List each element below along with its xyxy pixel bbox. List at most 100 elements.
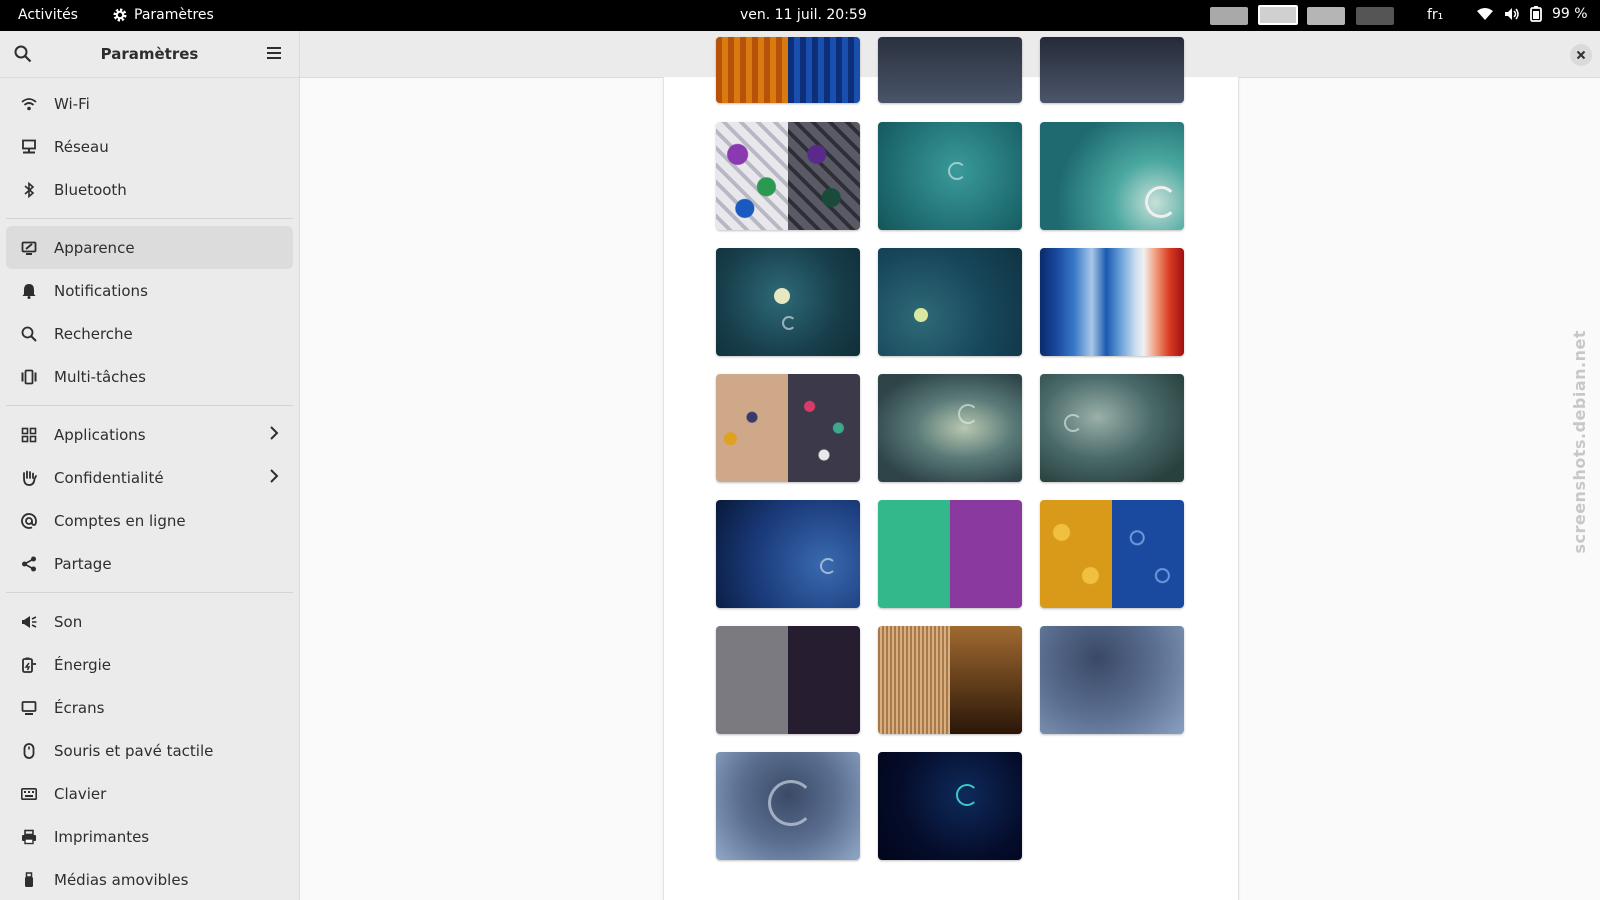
sidebar-title: Paramètres [100,45,199,63]
sidebar-item-label: Comptes en ligne [54,511,186,530]
sidebar-item-privacy[interactable]: Confidentialité [6,456,293,499]
sidebar-item-label: Énergie [54,655,112,674]
wallpaper-thumbnail[interactable] [716,374,860,482]
sidebar-item-label: Imprimantes [54,827,150,846]
sidebar-item-label: Médias amovibles [54,870,189,889]
sidebar-item-power[interactable]: Énergie [6,643,293,686]
sidebar-header: Paramètres [0,31,299,78]
appearance-icon [18,237,40,259]
sidebar-item-label: Wi-Fi [54,94,90,113]
wallpaper-thumbnail[interactable] [878,752,1022,860]
sidebar-item-label: Bluetooth [54,180,127,199]
sidebar-divider [6,405,293,406]
network-icon [18,136,40,158]
sidebar-divider [6,592,293,593]
app-menu[interactable]: Paramètres [112,7,214,23]
battery-icon [1530,6,1542,22]
sidebar-item-wifi[interactable]: Wi-Fi [6,82,293,125]
watermark-text: screenshots.debian.net [1570,330,1589,554]
wallpaper-thumbnail[interactable] [878,626,1022,734]
sidebar-item-sharing[interactable]: Partage [6,542,293,585]
sidebar-group-devices: Son Énergie Écrans Souris et pavé tactil… [0,596,299,900]
wallpaper-thumbnail[interactable] [1040,122,1184,230]
wallpaper-thumbnail[interactable] [716,500,860,608]
wallpaper-thumbnail[interactable] [716,37,860,103]
watermark: screenshots.debian.net [1566,330,1596,590]
activities-button[interactable]: Activités [18,7,78,23]
apps-icon [18,424,40,446]
wallpaper-thumbnail[interactable] [878,374,1022,482]
wallpaper-thumbnail[interactable] [1040,626,1184,734]
wallpaper-thumbnail[interactable] [716,122,860,230]
sidebar-item-label: Notifications [54,281,148,300]
sidebar-item-keyboard[interactable]: Clavier [6,772,293,815]
gear-icon [113,8,127,22]
workspace-1[interactable] [1210,7,1248,25]
sidebar-item-label: Applications [54,425,146,444]
hamburger-icon [267,47,281,59]
sidebar: Paramètres Wi-Fi Réseau Bluetooth Appare… [0,31,300,900]
wifi-icon [1477,8,1493,20]
main-menu-button[interactable] [266,45,282,65]
sidebar-item-label: Partage [54,554,112,573]
sidebar-item-search[interactable]: Recherche [6,312,293,355]
sidebar-item-applications[interactable]: Applications [6,413,293,456]
sidebar-group-personal: Apparence Notifications Recherche Multi-… [0,222,299,402]
wallpaper-thumbnail[interactable] [716,626,860,734]
sidebar-item-printers[interactable]: Imprimantes [6,815,293,858]
wallpaper-thumbnail[interactable] [878,122,1022,230]
sidebar-item-label: Apparence [54,238,135,257]
sidebar-item-online-accounts[interactable]: Comptes en ligne [6,499,293,542]
sidebar-item-appearance[interactable]: Apparence [6,226,293,269]
app-menu-label: Paramètres [134,7,214,23]
keyboard-icon [18,783,40,805]
wallpaper-thumbnail[interactable] [878,248,1022,356]
workspace-2[interactable] [1258,5,1298,25]
wallpaper-thumbnail[interactable] [1040,500,1184,608]
keyboard-layout[interactable]: fr₁ [1427,7,1443,23]
sidebar-item-bluetooth[interactable]: Bluetooth [6,168,293,211]
wallpaper-thumbnail[interactable] [1040,37,1184,103]
power-icon [18,654,40,676]
search-icon [18,323,40,345]
speaker-icon [18,611,40,633]
sidebar-item-removable-media[interactable]: Médias amovibles [6,858,293,900]
sidebar-item-label: Confidentialité [54,468,164,487]
main-panel: Apparence [300,31,1600,900]
sidebar-item-label: Clavier [54,784,107,803]
multitasking-icon [18,366,40,388]
sidebar-item-multitasking[interactable]: Multi-tâches [6,355,293,398]
wallpaper-thumbnail[interactable] [716,248,860,356]
chevron-right-icon [269,468,279,488]
workspace-3[interactable] [1307,7,1345,25]
usb-icon [18,869,40,891]
chevron-right-icon [269,425,279,445]
mouse-icon [18,740,40,762]
bell-icon [18,280,40,302]
wallpaper-thumbnail[interactable] [1040,374,1184,482]
share-icon [18,553,40,575]
sidebar-group-apps: Applications Confidentialité Comptes en … [0,409,299,589]
wallpaper-thumbnail[interactable] [1040,248,1184,356]
workspace-4[interactable] [1356,7,1394,25]
sidebar-item-displays[interactable]: Écrans [6,686,293,729]
sidebar-item-mouse-touchpad[interactable]: Souris et pavé tactile [6,729,293,772]
system-tray[interactable]: 99 % [1476,6,1588,22]
wallpaper-thumbnail[interactable] [878,37,1022,103]
close-button[interactable] [1570,44,1592,66]
sidebar-item-label: Multi-tâches [54,367,146,386]
at-icon [18,510,40,532]
sidebar-group-connectivity: Wi-Fi Réseau Bluetooth [0,78,299,215]
sidebar-item-network[interactable]: Réseau [6,125,293,168]
sidebar-item-sound[interactable]: Son [6,600,293,643]
sidebar-item-label: Écrans [54,698,105,717]
top-bar: Activités Paramètres ven. 11 juil. 20:59… [0,0,1600,31]
hand-icon [18,467,40,489]
wallpaper-thumbnail[interactable] [878,500,1022,608]
clock[interactable]: ven. 11 juil. 20:59 [740,7,867,23]
wallpaper-thumbnail[interactable] [716,752,860,860]
sidebar-item-notifications[interactable]: Notifications [6,269,293,312]
wifi-icon [18,93,40,115]
sidebar-item-label: Souris et pavé tactile [54,741,214,760]
close-icon [1576,50,1586,60]
